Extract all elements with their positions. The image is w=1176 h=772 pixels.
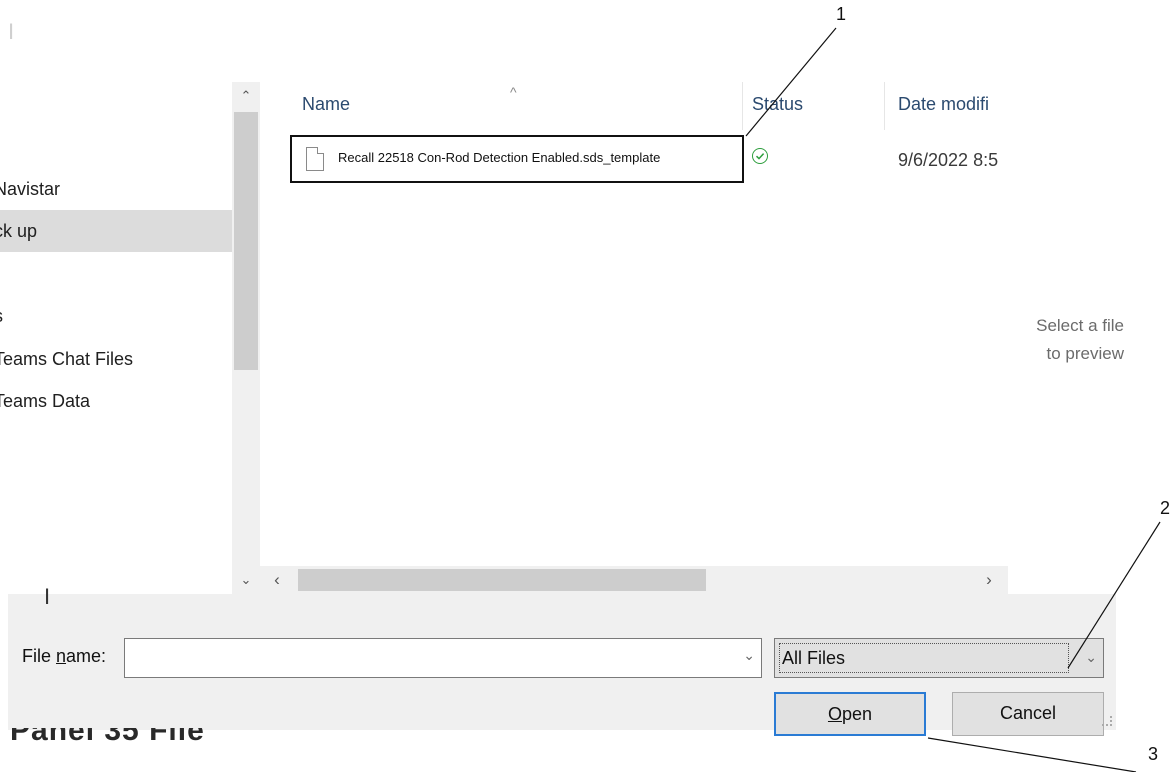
callout-label-2: 2: [1160, 498, 1171, 518]
callout-leader-lines: [745, 27, 1161, 772]
callout-label-3: 3: [1148, 744, 1159, 764]
callout-label-1: 1: [836, 4, 847, 24]
